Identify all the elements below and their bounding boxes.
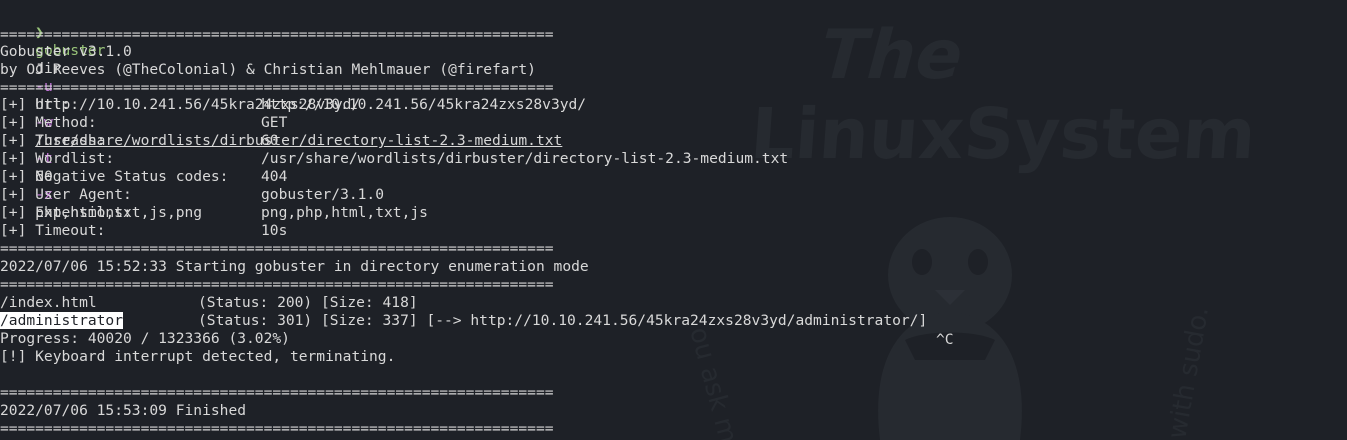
config-value: /usr/share/wordlists/dirbuster/directory… <box>261 150 789 167</box>
result-row[interactable]: /index.html (Status: 200) [Size: 418] <box>0 294 418 312</box>
command-line[interactable]: ❯ gobuster dir -u http://10.10.241.56/45… <box>0 6 562 221</box>
result-row[interactable]: /administrator (Status: 301) [Size: 337] … <box>0 312 927 330</box>
config-value: 10s <box>261 222 288 239</box>
config-value: 60 <box>261 132 279 149</box>
separator: ========================================… <box>0 420 554 437</box>
config-value: GET <box>261 114 288 131</box>
interrupt-char: ^C <box>936 331 954 348</box>
config-value: gobuster/3.1.0 <box>261 186 385 203</box>
separator: ========================================… <box>0 26 554 43</box>
banner-authors: by OJ Reeves (@TheColonial) & Christian … <box>0 61 536 78</box>
banner-version: Gobuster v3.1.0 <box>0 43 132 60</box>
start-message: 2022/07/06 15:52:33 Starting gobuster in… <box>0 258 589 275</box>
result-info: (Status: 200) [Size: 418] <box>198 294 418 311</box>
config-row: [+] Method: GET <box>0 114 287 132</box>
config-row: [+] Timeout: 10s <box>0 222 287 240</box>
config-row: [+] Negative Status codes: 404 <box>0 168 287 186</box>
result-path-selected[interactable]: /administrator <box>0 312 124 329</box>
result-info: (Status: 301) [Size: 337] [--> http://10… <box>198 312 928 329</box>
config-row: [+] Threads: 60 <box>0 132 279 150</box>
config-label: [+] Negative Status codes: <box>0 168 229 185</box>
separator: ========================================… <box>0 79 554 96</box>
config-label: [+] Threads: <box>0 132 106 149</box>
keyboard-interrupt-message: [!] Keyboard interrupt detected, termina… <box>0 348 396 365</box>
separator: ========================================… <box>0 276 554 293</box>
config-row: [+] Extensions: png,php,html,txt,js <box>0 204 428 222</box>
config-label: [+] Method: <box>0 114 97 131</box>
config-label: [+] User Agent: <box>0 186 132 203</box>
result-path[interactable]: /index.html <box>0 294 198 312</box>
config-value: 404 <box>261 168 288 185</box>
config-label: [+] Extensions: <box>0 204 132 221</box>
progress-line: Progress: 40020 / 1323366 (3.02%) <box>0 330 290 347</box>
config-row: [+] Url: http://10.10.241.56/45kra24zxs28… <box>0 96 586 114</box>
config-label: [+] Timeout: <box>0 222 106 239</box>
config-label: [+] Url: <box>0 96 71 113</box>
config-value: http://10.10.241.56/45kra24zxs28v3yd/ <box>261 96 587 113</box>
finish-message: 2022/07/06 15:53:09 Finished <box>0 402 247 419</box>
terminal-window[interactable]: ❯ gobuster dir -u http://10.10.241.56/45… <box>0 0 1347 440</box>
config-value: png,php,html,txt,js <box>261 204 428 221</box>
config-label: [+] Wordlist: <box>0 150 115 167</box>
config-row: [+] User Agent: gobuster/3.1.0 <box>0 186 384 204</box>
config-row: [+] Wordlist: /usr/share/wordlists/dirbus… <box>0 150 788 168</box>
separator: ========================================… <box>0 384 554 401</box>
separator: ========================================… <box>0 240 554 257</box>
